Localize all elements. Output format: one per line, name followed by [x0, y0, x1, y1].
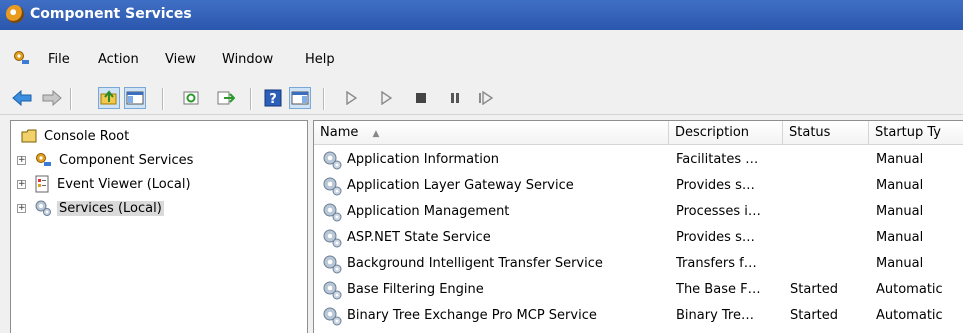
expand-icon[interactable]: +	[17, 155, 26, 165]
service-status: Started	[790, 282, 839, 297]
table-row[interactable]: Background Intelligent Transfer Service T…	[314, 251, 963, 277]
column-header-status[interactable]: Status	[783, 121, 869, 145]
tree-label-services-local: Services (Local)	[57, 200, 164, 216]
service-startup-type: Automatic	[876, 308, 943, 323]
service-gear-icon	[323, 281, 342, 300]
component-services-icon	[36, 153, 51, 166]
expand-icon[interactable]: +	[17, 203, 26, 213]
service-description: The Base F…	[676, 282, 761, 297]
service-startup-type: Manual	[876, 230, 924, 245]
toolbar-separator	[250, 88, 252, 110]
table-row[interactable]: Application Management Processes i… Manual	[314, 199, 963, 225]
tree-label-component-services: Component Services	[59, 152, 194, 168]
resume-service-icon[interactable]	[475, 87, 497, 109]
tree-label-event-viewer: Event Viewer (Local)	[57, 176, 191, 192]
service-startup-type: Manual	[876, 256, 924, 271]
service-name: Application Layer Gateway Service	[347, 178, 574, 193]
service-description: Binary Tre…	[676, 308, 754, 323]
tree-label-console-root: Console Root	[44, 128, 130, 144]
tree-item-console-root[interactable]: Console Root	[21, 126, 131, 146]
menu-view[interactable]: View	[165, 52, 196, 67]
back-arrow-icon[interactable]	[11, 87, 33, 109]
service-startup-type: Manual	[876, 178, 924, 193]
column-header-startup-type[interactable]: Startup Ty	[869, 121, 963, 145]
svg-text:?: ?	[269, 92, 277, 107]
folder-icon	[21, 129, 37, 143]
table-row[interactable]: ASP.NET State Service Provides s… Manual	[314, 225, 963, 251]
toolbar-separator	[323, 88, 325, 110]
service-name: ASP.NET State Service	[347, 230, 491, 245]
table-row[interactable]: Binary Tree Exchange Pro MCP Service Bina…	[314, 303, 963, 329]
column-header-description[interactable]: Description	[669, 121, 783, 145]
service-startup-type: Manual	[876, 204, 924, 219]
menu-window[interactable]: Window	[222, 52, 273, 67]
tree-item-component-services[interactable]: + Component Services	[17, 150, 195, 170]
service-gear-icon	[323, 307, 342, 326]
menu-action[interactable]: Action	[98, 52, 139, 67]
start-service-alt-icon[interactable]	[375, 87, 397, 109]
service-gear-icon	[323, 151, 342, 170]
services-list: Name ▲ Description Status Startup Ty App…	[313, 120, 963, 333]
service-name: Background Intelligent Transfer Service	[347, 256, 603, 271]
title-bar[interactable]: Component Services	[0, 0, 963, 30]
show-hide-tree-icon[interactable]	[124, 87, 146, 109]
services-icon	[35, 200, 51, 216]
service-description: Processes i…	[676, 204, 761, 219]
service-description: Facilitates …	[676, 152, 759, 167]
service-startup-type: Automatic	[876, 282, 943, 297]
table-row[interactable]: Application Information Facilitates … Manu…	[314, 147, 963, 173]
table-row[interactable]: Application Layer Gateway Service Provide…	[314, 173, 963, 199]
service-gear-icon	[323, 229, 342, 248]
toolbar: ?	[0, 84, 963, 115]
column-header-name[interactable]: Name ▲	[314, 121, 669, 145]
properties-view-icon[interactable]	[289, 87, 311, 109]
window: Component Services File Action View Wind…	[0, 0, 963, 333]
toolbar-separator	[70, 88, 72, 110]
service-gear-icon	[323, 177, 342, 196]
service-description: Transfers f…	[676, 256, 757, 271]
service-name: Application Information	[347, 152, 500, 167]
service-name: Application Management	[347, 204, 510, 219]
stop-service-icon[interactable]	[410, 87, 432, 109]
up-folder-icon[interactable]	[98, 87, 120, 109]
menu-bar: File Action View Window Help	[0, 45, 963, 73]
event-viewer-icon	[35, 175, 49, 193]
refresh-icon[interactable]	[180, 87, 202, 109]
service-gear-icon	[323, 203, 342, 222]
pause-service-icon[interactable]	[444, 87, 466, 109]
menu-help[interactable]: Help	[305, 52, 335, 67]
service-status: Started	[790, 308, 839, 323]
sort-ascending-icon: ▲	[372, 129, 380, 139]
service-name: Base Filtering Engine	[347, 282, 484, 297]
expand-icon[interactable]: +	[17, 179, 26, 189]
console-tree: Console Root + Component Services + Even…	[10, 120, 308, 333]
service-description: Provides s…	[676, 230, 755, 245]
help-icon[interactable]: ?	[262, 87, 284, 109]
tree-item-services-local[interactable]: + Services (Local)	[17, 198, 164, 218]
service-description: Provides s…	[676, 178, 755, 193]
menu-file[interactable]: File	[48, 52, 70, 67]
component-services-app-icon[interactable]	[6, 5, 24, 23]
column-header-name-label: Name	[320, 125, 359, 140]
tree-item-event-viewer[interactable]: + Event Viewer (Local)	[17, 174, 193, 194]
service-name: Binary Tree Exchange Pro MCP Service	[347, 308, 597, 323]
forward-arrow-icon[interactable]	[41, 87, 63, 109]
mmc-system-menu-icon[interactable]	[12, 50, 30, 66]
toolbar-separator	[162, 88, 164, 110]
export-list-icon[interactable]	[215, 87, 237, 109]
service-gear-icon	[323, 255, 342, 274]
window-title: Component Services	[30, 6, 192, 22]
start-service-icon[interactable]	[340, 87, 362, 109]
table-row[interactable]: Base Filtering Engine The Base F… Started A…	[314, 277, 963, 303]
service-startup-type: Manual	[876, 152, 924, 167]
